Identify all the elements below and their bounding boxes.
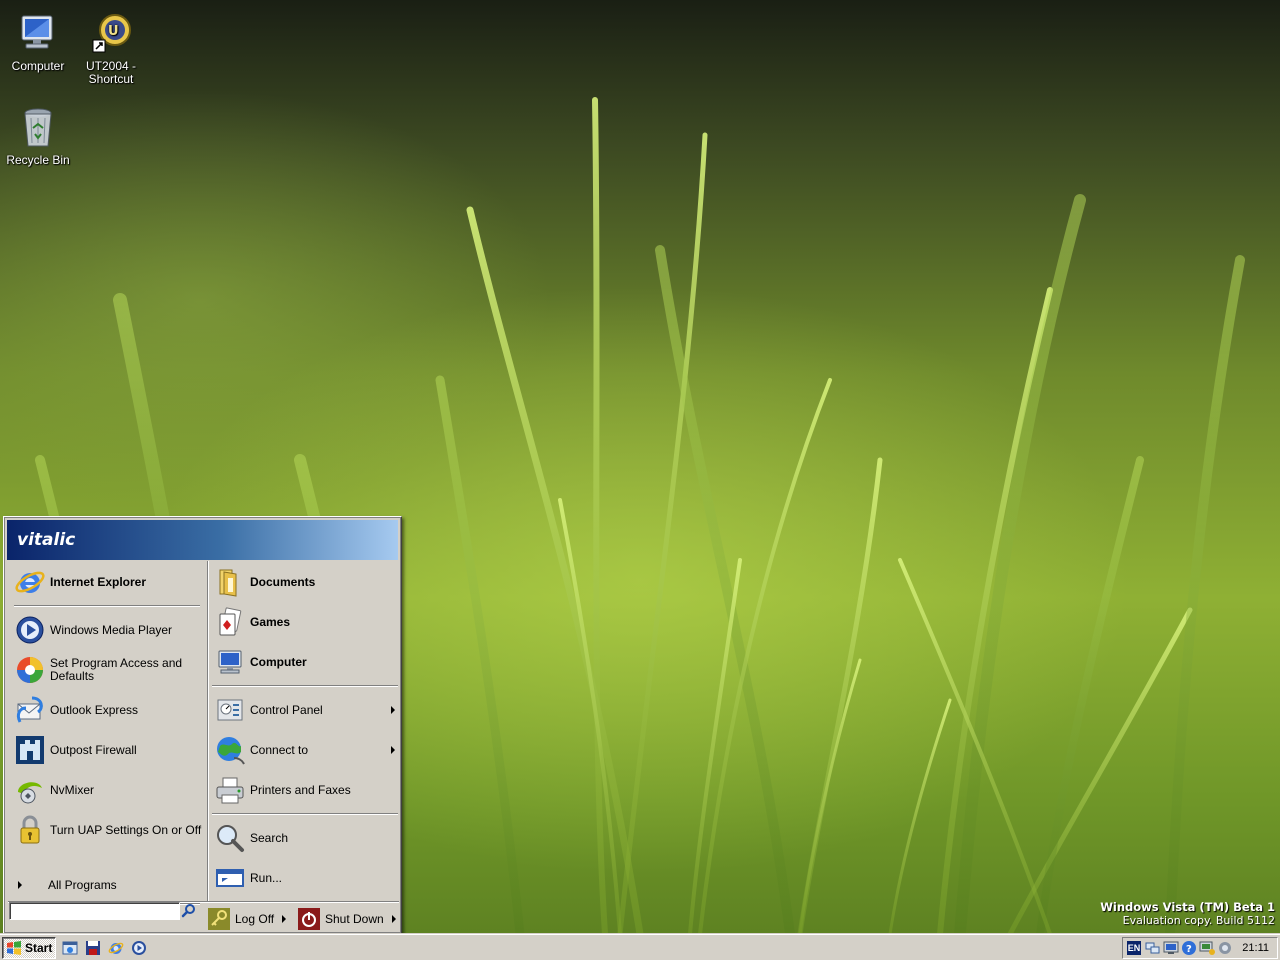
key-icon: [208, 908, 230, 930]
taskbar: Start EN ? 21:11: [0, 934, 1280, 960]
menu-item-set-program-access[interactable]: Set Program Access and Defaults: [8, 651, 206, 689]
start-label: Start: [25, 941, 53, 955]
menu-item-connect-to[interactable]: Connect to: [208, 731, 399, 769]
desktop-icon-recycle-bin[interactable]: Recycle Bin: [0, 106, 76, 167]
language-indicator[interactable]: EN: [1127, 941, 1141, 955]
menu-item-nvmixer[interactable]: NvMixer: [8, 771, 206, 809]
start-menu-left-pane: Internet Explorer Windows Media Player S…: [8, 561, 206, 905]
user-name: vitalic: [17, 530, 76, 550]
explorer-icon[interactable]: [62, 940, 78, 956]
all-programs-label: All Programs: [48, 878, 117, 892]
log-off-label: Log Off: [235, 912, 275, 926]
desktop-icon-ut2004[interactable]: U UT2004 - Shortcut: [73, 12, 149, 86]
menu-item-label: Outpost Firewall: [50, 742, 137, 757]
search-icon: [217, 825, 244, 852]
display-settings-icon[interactable]: [1199, 940, 1215, 956]
menu-item-outpost-firewall[interactable]: Outpost Firewall: [8, 731, 206, 769]
start-button[interactable]: Start: [2, 937, 56, 959]
search-go-icon[interactable]: [180, 902, 198, 920]
program-access-icon: [17, 657, 43, 683]
menu-item-label: Documents: [250, 574, 316, 589]
internet-explorer-icon: [15, 571, 45, 593]
recycle-bin-icon: [24, 108, 52, 147]
menu-item-search[interactable]: Search: [208, 819, 399, 857]
desktop-icon-computer[interactable]: Computer: [0, 12, 76, 73]
computer-icon: [21, 15, 53, 49]
submenu-arrow-icon: [391, 915, 396, 923]
watermark-build: Evaluation copy. Build 5112: [1122, 914, 1275, 927]
run-icon: [216, 869, 244, 887]
expand-arrow-icon: [18, 881, 22, 889]
system-tray: EN ? 21:11: [1122, 937, 1278, 959]
menu-item-printers-and-faxes[interactable]: Printers and Faxes: [208, 771, 399, 809]
media-player-icon[interactable]: [131, 940, 147, 956]
start-search-input[interactable]: [9, 902, 180, 920]
menu-item-internet-explorer[interactable]: Internet Explorer: [8, 563, 206, 601]
menu-item-label: Windows Media Player: [50, 622, 173, 637]
menu-item-label: NvMixer: [50, 782, 94, 797]
menu-item-label: Internet Explorer: [50, 574, 147, 589]
evaluation-watermark: Windows Vista (TM) Beta 1 Evaluation cop…: [1100, 900, 1275, 928]
menu-item-label: Search: [250, 830, 289, 845]
internet-explorer-icon[interactable]: [108, 940, 124, 956]
menu-item-run[interactable]: Run...: [208, 859, 399, 897]
menu-item-label: Control Panel: [250, 702, 323, 717]
menu-item-label: Set Program Access and Defaults: [50, 656, 183, 683]
submenu-arrow-icon: [282, 915, 287, 923]
outlook-express-icon: [16, 696, 43, 723]
desktop-icon-label: Computer: [11, 59, 65, 73]
network-icon[interactable]: [1145, 940, 1161, 956]
menu-item-windows-media-player[interactable]: Windows Media Player: [8, 611, 206, 649]
windows-logo-icon: [7, 941, 21, 955]
separator: [212, 813, 398, 815]
separator: [14, 605, 200, 607]
security-center-icon[interactable]: [1217, 940, 1233, 956]
desktop-icon-label: UT2004 - Shortcut: [85, 59, 137, 86]
nvmixer-icon: [18, 782, 42, 804]
submenu-arrow-icon: [391, 706, 395, 714]
menu-item-control-panel[interactable]: Control Panel: [208, 691, 399, 729]
outpost-firewall-icon: [16, 736, 44, 764]
menu-item-outlook-express[interactable]: Outlook Express: [8, 691, 206, 729]
desktop-icon-label: Recycle Bin: [6, 153, 70, 167]
menu-item-label: Run...: [250, 870, 283, 885]
menu-item-label: Computer: [250, 654, 307, 669]
power-icon: [298, 908, 320, 930]
menu-item-turn-uap-settings[interactable]: Turn UAP Settings On or Off: [8, 811, 206, 849]
separator: [212, 685, 398, 687]
help-icon[interactable]: ?: [1181, 940, 1197, 956]
submenu-arrow-icon: [391, 746, 395, 754]
lock-icon: [20, 815, 40, 844]
computer-icon: [218, 650, 242, 674]
ut2004-icon: U: [92, 14, 131, 53]
printer-icon: [216, 777, 244, 804]
menu-item-label: Outlook Express: [50, 702, 139, 717]
log-off-button[interactable]: Log Off: [208, 907, 287, 931]
monitor-icon[interactable]: [1163, 940, 1179, 956]
shut-down-label: Shut Down: [325, 912, 384, 926]
media-player-icon: [16, 616, 44, 644]
svg-text:U: U: [108, 24, 119, 39]
connect-to-icon: [217, 737, 245, 765]
all-programs-button[interactable]: All Programs: [8, 873, 206, 897]
documents-icon: [219, 569, 237, 597]
menu-item-documents[interactable]: Documents: [208, 563, 399, 601]
menu-item-games[interactable]: Games: [208, 603, 399, 641]
watermark-title: Windows Vista (TM) Beta 1: [1100, 900, 1275, 914]
start-menu-user-header: vitalic: [7, 520, 398, 560]
svg-text:?: ?: [1186, 944, 1192, 955]
menu-item-label: Printers and Faxes: [250, 782, 351, 797]
menu-item-label: Games: [250, 614, 291, 629]
shut-down-button[interactable]: Shut Down: [298, 907, 396, 931]
start-menu: vitalic Internet Explorer Windows Media …: [3, 516, 402, 934]
menu-item-label: Turn UAP Settings On or Off: [50, 822, 202, 837]
menu-item-label: Connect to: [250, 742, 309, 757]
save-icon[interactable]: [85, 940, 101, 956]
control-panel-icon: [217, 699, 243, 721]
games-icon: [219, 607, 242, 636]
start-menu-right-pane: Documents Games Computer Control Panel C…: [207, 561, 399, 901]
menu-item-computer[interactable]: Computer: [208, 643, 399, 681]
clock[interactable]: 21:11: [1242, 942, 1269, 954]
